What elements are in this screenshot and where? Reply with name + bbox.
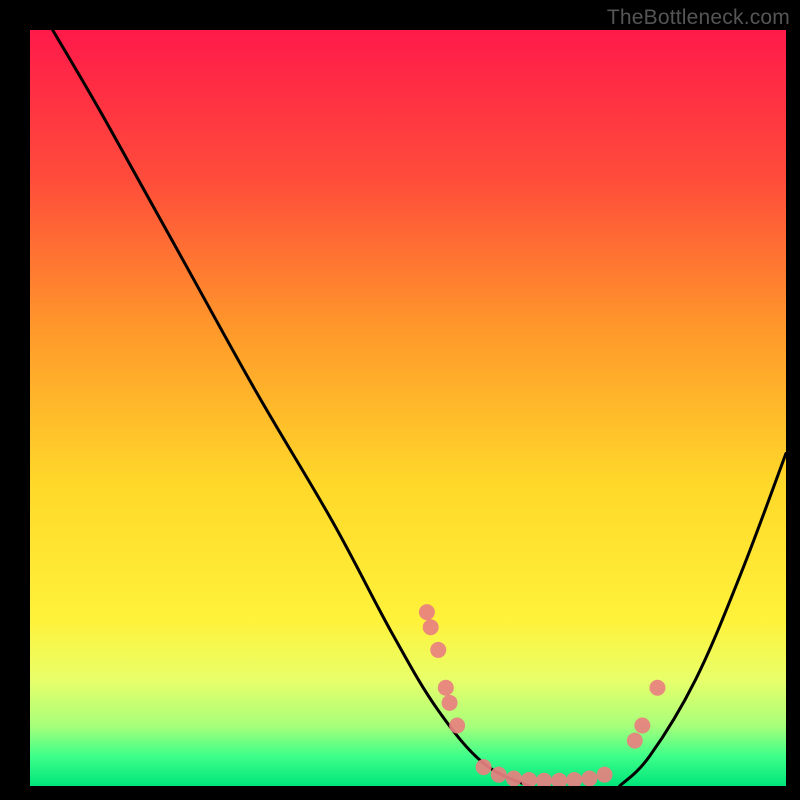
data-marker [442,695,458,711]
watermark-text: TheBottleneck.com [607,6,790,30]
data-marker [634,718,650,734]
data-marker [438,680,454,696]
gradient-background [30,30,786,786]
data-marker [506,770,522,786]
data-marker [597,767,613,783]
chart-container: TheBottleneck.com [0,0,800,800]
data-marker [430,642,446,658]
data-marker [476,759,492,775]
data-marker [423,619,439,635]
data-marker [627,733,643,749]
data-marker [449,718,465,734]
data-marker [581,770,597,786]
data-marker [649,680,665,696]
data-marker [491,767,507,783]
chart-svg [30,30,786,786]
data-marker [419,604,435,620]
plot-area [30,30,786,786]
